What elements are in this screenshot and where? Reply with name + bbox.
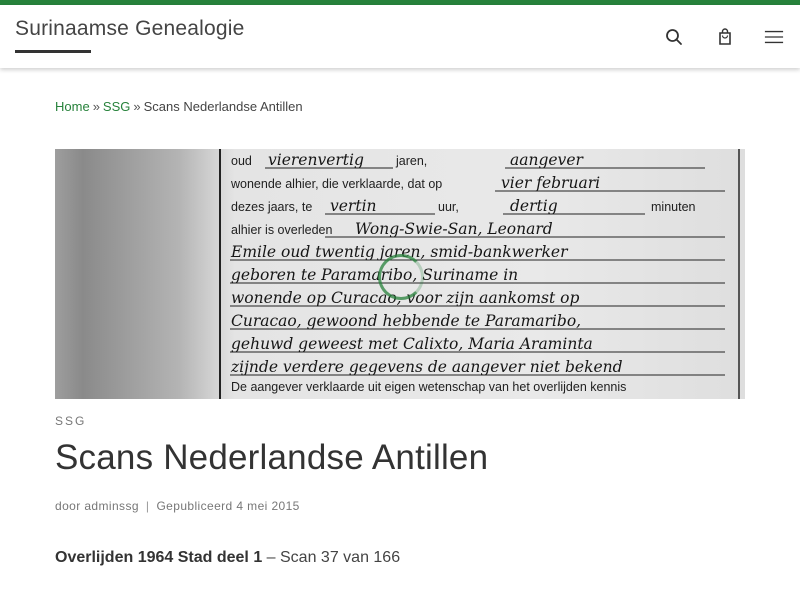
meta-divider: | <box>145 499 150 513</box>
handwritten-line: Curacao, gewoond hebbende te Paramaribo, <box>231 312 581 330</box>
breadcrumb: Home» SSG» Scans Nederlandse Antillen <box>55 99 303 114</box>
content-bold-text: Overlijden 1964 Stad deel 1 <box>55 549 263 566</box>
shopping-bag-icon <box>719 28 731 45</box>
site-title-link[interactable]: Surinaamse Genealogie <box>15 17 245 41</box>
author-link[interactable]: adminssg <box>84 499 139 513</box>
handwritten-line: geboren te Paramaribo, Suriname in <box>231 266 518 284</box>
handwritten-line: vierenvertig <box>268 151 364 169</box>
author-label: door <box>55 499 81 513</box>
search-button[interactable] <box>664 27 684 47</box>
breadcrumb-separator: » <box>92 99 100 114</box>
handwritten-line: vier februari <box>501 174 600 192</box>
printed-line: alhier is overleden <box>231 223 332 237</box>
cart-button[interactable] <box>715 27 735 47</box>
hamburger-menu-icon <box>764 30 784 44</box>
breadcrumb-section-link[interactable]: SSG <box>103 99 130 114</box>
handwritten-line: aangever <box>510 151 584 169</box>
handwritten-line: dertig <box>510 197 558 215</box>
printed-line: uur, <box>438 200 459 214</box>
post-date-link[interactable]: 4 mei 2015 <box>236 499 299 513</box>
post-meta: door adminssg | Gepubliceerd 4 mei 2015 <box>55 499 300 513</box>
published-label: Gepubliceerd <box>156 499 233 513</box>
handwritten-line: Wong-Swie-San, Leonard <box>355 220 553 238</box>
search-icon <box>666 29 682 45</box>
printed-line: De aangever verklaarde uit eigen wetensc… <box>231 380 626 394</box>
printed-line: jaren, <box>395 154 427 168</box>
breadcrumb-current: Scans Nederlandse Antillen <box>143 99 303 114</box>
handwritten-line: zijnde verdere gegevens de aangever niet… <box>230 358 623 376</box>
printed-line: wonende alhier, die verklaarde, dat op <box>230 177 442 191</box>
breadcrumb-separator: » <box>133 99 141 114</box>
featured-image[interactable]: oud jaren, wonende alhier, die verklaard… <box>55 149 745 399</box>
content-text: – Scan 37 van 166 <box>262 549 401 566</box>
post-title: Scans Nederlandse Antillen <box>55 438 489 477</box>
loading-spinner-icon <box>378 254 424 300</box>
post-content: Overlijden 1964 Stad deel 1 – Scan 37 va… <box>55 549 400 567</box>
printed-line: oud <box>231 154 252 168</box>
site-header: Surinaamse Genealogie <box>0 5 800 68</box>
menu-button[interactable] <box>764 27 786 47</box>
post-category-link[interactable]: SSG <box>55 414 86 428</box>
printed-line: minuten <box>651 200 696 214</box>
site-title-underline <box>15 50 91 53</box>
handwritten-line: vertin <box>330 197 377 215</box>
printed-line: dezes jaars, te <box>231 200 312 214</box>
breadcrumb-home-link[interactable]: Home <box>55 99 90 114</box>
handwritten-line: gehuwd geweest met Calixto, Maria Aramin… <box>231 335 593 353</box>
